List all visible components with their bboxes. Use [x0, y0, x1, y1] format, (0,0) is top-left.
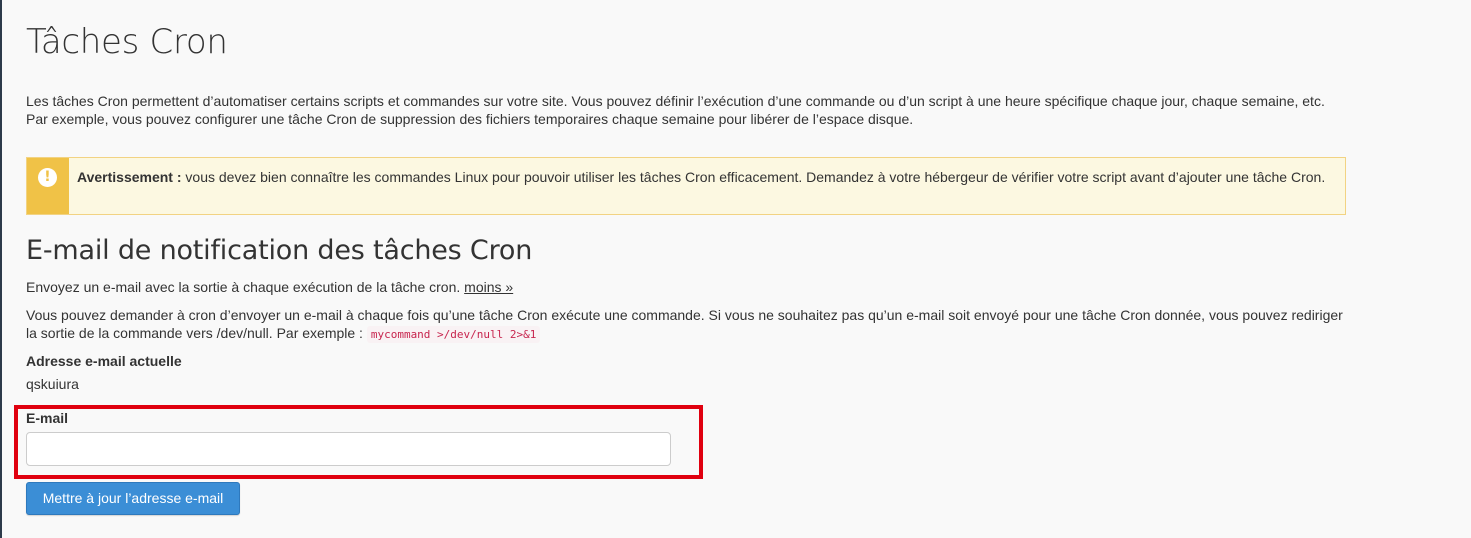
- highlight-box: [14, 405, 703, 479]
- warning-message: vous devez bien connaître les commandes …: [181, 169, 1326, 185]
- warning-side-bar: !: [27, 158, 69, 214]
- example-command: mycommand >/dev/null 2>&1: [366, 326, 541, 343]
- exclamation-icon: !: [38, 168, 57, 187]
- warning-label: Avertissement :: [77, 169, 182, 185]
- less-link[interactable]: moins »: [464, 279, 513, 295]
- section-title: E-mail de notification des tâches Cron: [26, 235, 533, 266]
- notification-description-text: Envoyez un e-mail avec la sortie à chaqu…: [26, 279, 461, 295]
- intro-text: Les tâches Cron permettent d’automatiser…: [26, 93, 1325, 127]
- update-email-button[interactable]: Mettre à jour l’adresse e-mail: [26, 482, 240, 515]
- current-email-label: Adresse e-mail actuelle: [26, 353, 182, 369]
- warning-text: Avertissement : vous devez bien connaîtr…: [77, 168, 1327, 186]
- notification-detail-text: Vous pouvez demander à cron d’envoyer un…: [26, 307, 1343, 341]
- notification-description: Envoyez un e-mail avec la sortie à chaqu…: [26, 278, 513, 296]
- notification-detail: Vous pouvez demander à cron d’envoyer un…: [26, 306, 1346, 344]
- warning-callout: ! Avertissement : vous devez bien connaî…: [26, 157, 1346, 215]
- current-email-value: qskuiura: [26, 376, 79, 392]
- left-edge-border: [0, 0, 2, 538]
- page-title: Tâches Cron: [26, 22, 228, 62]
